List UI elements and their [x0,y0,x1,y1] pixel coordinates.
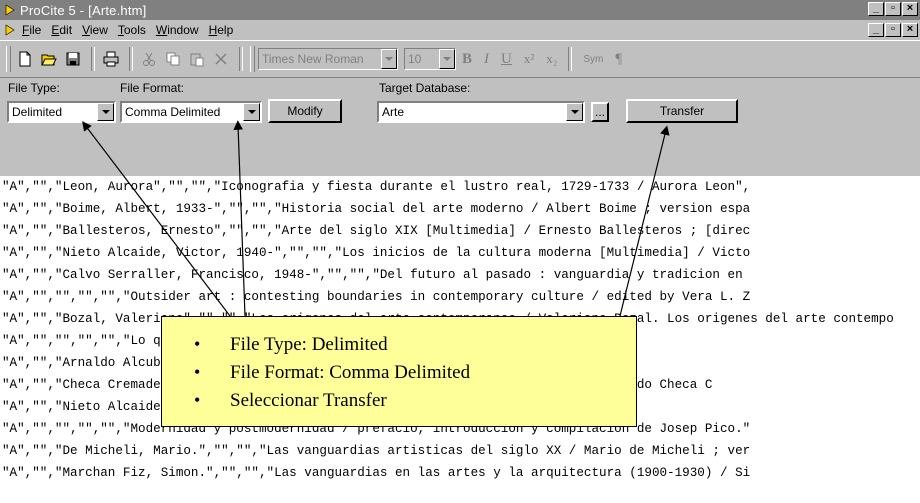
close-button[interactable]: × [902,2,918,16]
browse-label: ... [594,105,605,119]
file-format-select[interactable]: Comma Delimited [120,101,262,123]
transfer-button[interactable]: Transfer [626,99,738,123]
record-line: "A","","De Micheli, Mario.","","","Las v… [2,444,751,458]
transfer-label: Transfer [659,104,705,118]
print-icon[interactable] [100,48,122,70]
toolbar-separator [568,47,573,71]
chevron-down-icon[interactable] [243,103,260,121]
target-database-value: Arte [382,105,405,119]
record-line: "A","","Marchan Fiz, Simon.","","","Las … [2,466,751,480]
target-database-label: Target Database: [379,81,471,95]
menu-window[interactable]: Window [156,23,199,37]
record-line: "A","","Boime, Albert, 1933-","","","His… [2,202,751,216]
subscript-button[interactable]: x₂ [546,51,557,67]
menu-window-rest: indow [167,23,199,37]
doc-minimize-button[interactable]: _ [868,23,884,37]
file-type-select[interactable]: Delimited [7,101,116,123]
file-format-value: Comma Delimited [125,105,221,119]
window-title: ProCite 5 - [Arte.htm] [20,2,147,18]
toolbar: Times New Roman 10 B I U x² x₂ Sym ¶ [0,40,920,78]
menu-bar: File Edit View Tools Window Help _ ▫ × [0,20,920,40]
open-folder-icon[interactable] [38,48,60,70]
menu-file-rest: ile [29,23,42,37]
chevron-down-icon[interactable] [439,49,455,69]
pilcrow-button[interactable]: ¶ [615,51,622,68]
instruction-callout: File Type: Delimited File Format: Comma … [161,316,637,427]
toolbar-separator [129,47,133,71]
font-size-value: 10 [408,52,422,66]
target-database-select[interactable]: Arte [377,101,585,123]
menu-help-rest: elp [217,23,234,37]
window-controls: _ ▫ × [867,2,918,16]
paste-icon[interactable] [186,48,208,70]
title-bar: ProCite 5 - [Arte.htm] _ ▫ × [0,0,920,20]
cut-icon[interactable] [138,48,160,70]
menu-file[interactable]: File [22,23,41,37]
record-line: "A","","Ballesteros, Ernesto","","","Art… [2,224,751,238]
toolbar-separator [91,47,95,71]
font-size-select[interactable]: 10 [404,48,456,70]
toolbar-separator [239,47,243,71]
app-icon [5,4,15,16]
maximize-button[interactable]: ▫ [885,2,901,16]
chevron-down-icon[interactable] [566,103,583,121]
save-icon[interactable] [62,48,84,70]
symbol-button[interactable]: Sym [583,54,603,65]
font-name-value: Times New Roman [262,52,364,66]
doc-close-button[interactable]: × [902,23,918,37]
menu-tools-rest: ools [123,23,146,37]
callout-item: File Type: Delimited [194,334,388,356]
file-type-value: Delimited [12,105,63,119]
italic-button[interactable]: I [484,51,489,68]
document-icon[interactable] [4,24,16,36]
menu-view[interactable]: View [82,23,108,37]
doc-restore-button[interactable]: ▫ [885,23,901,37]
font-name-select[interactable]: Times New Roman [258,48,398,70]
document-window-controls: _ ▫ × [867,23,918,37]
modify-label: Modify [287,104,323,118]
minimize-button[interactable]: _ [868,2,884,16]
copy-icon[interactable] [162,48,184,70]
callout-item: File Format: Comma Delimited [194,362,470,384]
menu-tools[interactable]: Tools [118,23,146,37]
modify-button[interactable]: Modify [268,99,342,123]
menu-edit-rest: dit [59,23,73,37]
menu-edit[interactable]: Edit [51,23,72,37]
toolbar-grip[interactable] [250,46,255,72]
browse-button[interactable]: ... [591,102,609,122]
file-type-label: File Type: [8,81,60,95]
toolbar-grip[interactable] [6,46,11,72]
callout-item: Seleccionar Transfer [194,390,387,412]
chevron-down-icon[interactable] [97,103,114,121]
delete-icon[interactable] [210,48,232,70]
transfer-controls: File Type: Delimited File Format: Comma … [0,78,920,176]
menu-help[interactable]: Help [209,23,234,37]
record-line: "A","","","","","Outsider art : contesti… [2,290,751,304]
record-line: "A","","Leon, Aurora","","","Iconografia… [2,180,751,194]
new-file-icon[interactable] [14,48,36,70]
superscript-button[interactable]: x² [524,51,534,67]
file-format-label: File Format: [120,81,185,95]
bold-button[interactable]: B [462,51,472,68]
underline-button[interactable]: U [501,51,512,68]
record-line: "A","","Calvo Serraller, Francisco, 1948… [2,268,743,282]
menu-view-rest: iew [89,23,108,37]
chevron-down-icon[interactable] [381,49,397,69]
record-line: "A","","Nieto Alcaide, Victor, 1940-",""… [2,246,751,260]
